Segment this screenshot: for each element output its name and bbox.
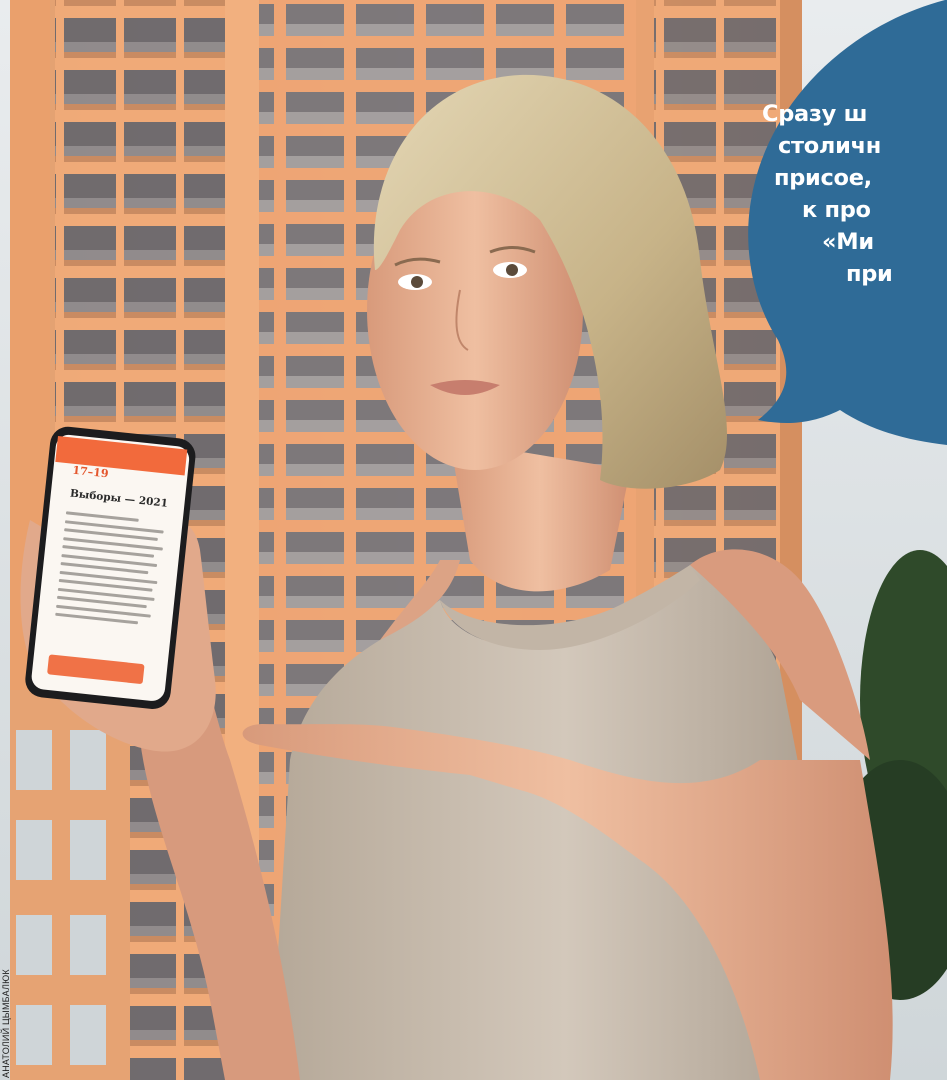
- speech-bubble-text: Сразу ш столичн присое, к про «Ми при: [762, 98, 947, 398]
- bubble-line-2: столичн: [778, 133, 881, 159]
- bubble-line-6: при: [846, 261, 893, 287]
- phone-screen: 17–19 Выборы — 2021: [32, 436, 188, 698]
- phone-heading: Выборы — 2021: [69, 487, 169, 510]
- phone-button: [47, 654, 145, 685]
- phone-article-text: [55, 511, 170, 632]
- bubble-line-3: присое,: [774, 165, 872, 191]
- bubble-line-5: «Ми: [822, 229, 874, 255]
- phone-date: 17–19: [71, 463, 110, 481]
- bubble-line-4: к про: [802, 197, 871, 223]
- photo-credit: АНАТОЛИЙ ЦЫМБАЛЮК: [1, 969, 11, 1078]
- bubble-line-1: Сразу ш: [762, 101, 868, 127]
